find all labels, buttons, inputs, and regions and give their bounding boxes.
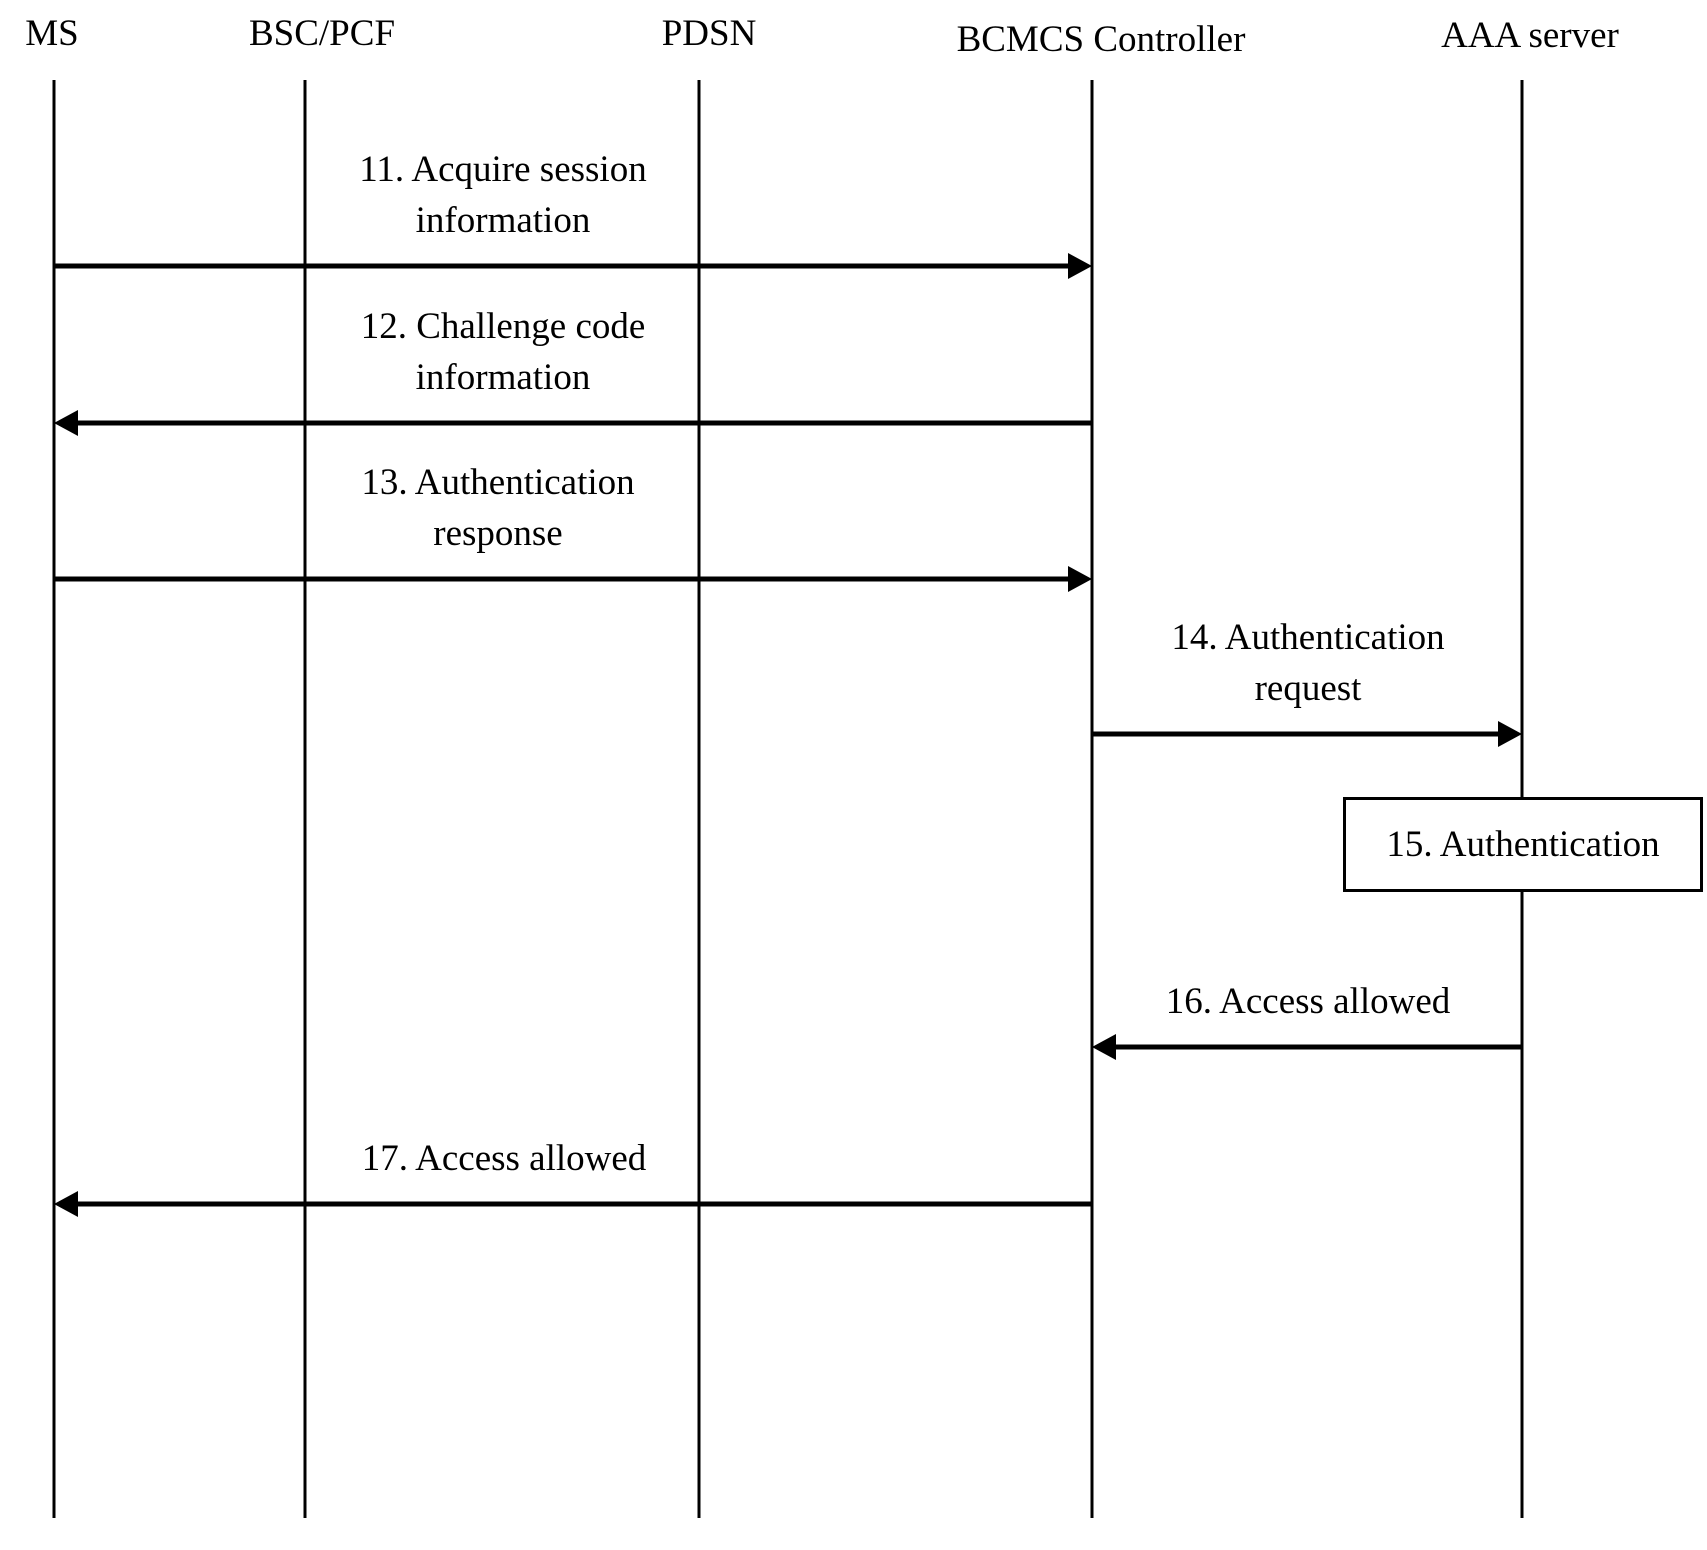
arrowhead-icon [1068, 566, 1092, 592]
arrowhead-icon [54, 1191, 78, 1217]
arrowhead-icon [1092, 1034, 1116, 1060]
message-label-17: 17. Access allowed [362, 1133, 647, 1184]
message-arrow-17 [54, 1191, 1092, 1217]
entity-label-aaa: AAA server [1441, 15, 1619, 56]
message-arrow-13 [54, 566, 1092, 592]
arrowhead-icon [1498, 721, 1522, 747]
message-label-11: 11. Acquire session information [359, 144, 646, 246]
message-label-line: 11. Acquire session [359, 149, 647, 190]
message-arrow-14 [1092, 721, 1522, 747]
entity-label-ms: MS [25, 13, 79, 54]
message-label-line: request [1254, 668, 1362, 709]
process-label: 15. Authentication [1386, 824, 1660, 865]
arrowhead-icon [1068, 253, 1092, 279]
process-box-authentication: 15. Authentication [1343, 797, 1703, 892]
message-arrow-16 [1092, 1034, 1522, 1060]
message-label-16: 16. Access allowed [1166, 976, 1451, 1027]
message-label-line: 16. Access allowed [1165, 981, 1451, 1022]
entity-label-pdsn: PDSN [661, 13, 757, 54]
message-label-line: information [415, 200, 591, 241]
message-label-14: 14. Authentication request [1171, 612, 1444, 714]
message-label-line: 13. Authentication [361, 462, 635, 503]
message-label-line: response [433, 513, 563, 554]
message-label-line: information [415, 357, 591, 398]
message-label-line: 14. Authentication [1171, 617, 1445, 658]
message-arrow-12 [54, 410, 1092, 436]
sequence-diagram [52, 80, 1524, 1518]
message-label-line: 17. Access allowed [361, 1138, 647, 1179]
message-label-line: 12. Challenge code [360, 306, 646, 347]
entity-label-bcmcs: BCMCS Controller [956, 19, 1246, 60]
entity-label-bsc: BSC/PCF [248, 13, 396, 54]
arrowhead-icon [54, 410, 78, 436]
message-arrow-11 [54, 253, 1092, 279]
message-label-12: 12. Challenge code information [361, 301, 646, 403]
message-label-13: 13. Authentication response [361, 457, 634, 559]
